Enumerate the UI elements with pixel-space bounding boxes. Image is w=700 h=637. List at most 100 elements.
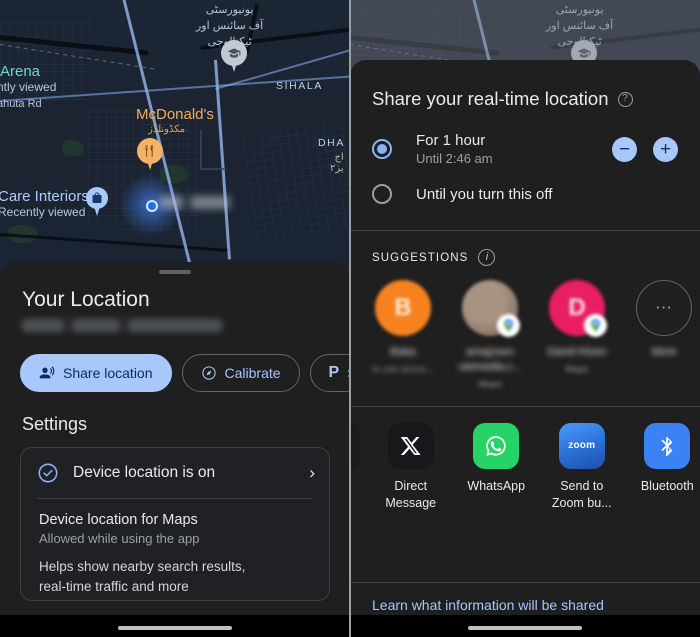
share-person-icon xyxy=(39,366,55,379)
share-location-label: Share location xyxy=(63,365,153,381)
map-label-sihala: SIHALA xyxy=(276,80,323,92)
app-whatsapp[interactable]: WhatsApp xyxy=(464,422,530,495)
app-label: Direct Message xyxy=(385,478,437,510)
app-label: WhatsApp xyxy=(467,478,526,493)
calibrate-label: Calibrate xyxy=(224,365,281,381)
app-label: Bluetooth xyxy=(640,478,694,493)
permission-state: Allowed while using the app xyxy=(39,531,200,546)
zoom-wordmark: zoom xyxy=(568,440,596,452)
action-chip-row: Share location Calibrate P Save xyxy=(20,354,350,392)
suggestion-name: David Kloon xyxy=(547,346,607,358)
zoom-icon: zoom xyxy=(558,422,605,469)
dual-screenshot-comparison: یونیورسٹی آف سائنس اور ٹیکنالوجی Arena n… xyxy=(0,0,700,637)
avatar-initial: B xyxy=(394,294,412,321)
map-road-minor-b xyxy=(200,168,226,170)
chevron-right-icon: › xyxy=(309,463,315,482)
avatar xyxy=(462,280,520,337)
learn-more-link[interactable]: Learn what information will be shared xyxy=(372,597,604,613)
avatar-initial: D xyxy=(568,294,586,321)
location-dot-core xyxy=(146,200,158,212)
duration-stepper: − + xyxy=(612,136,678,162)
device-location-status-row[interactable]: Device location is on › xyxy=(21,448,329,498)
permission-help-text: Helps show nearby search results, real-t… xyxy=(39,559,246,594)
more-dots-icon: ⋯ xyxy=(655,298,673,317)
map-label-care-interiors-sub: Recently viewed xyxy=(0,205,86,219)
avatar: B xyxy=(375,280,431,336)
your-location-bottom-sheet: Your Location Share location Calibrate P… xyxy=(0,262,350,637)
sheet-drag-handle[interactable] xyxy=(159,270,191,274)
map-label-mcdonalds: McDonald's xyxy=(136,106,214,123)
duration-option-until-off[interactable]: Until you turn this off xyxy=(350,184,700,204)
suggestion-name: More xyxy=(651,346,677,358)
radio-button-unselected[interactable] xyxy=(372,184,392,204)
more-circle: ⋯ xyxy=(636,280,692,336)
info-circle-icon[interactable]: i xyxy=(478,249,496,266)
map-label-mcdonalds-urdu: مکڈونلڈز xyxy=(148,124,186,135)
maps-badge-icon xyxy=(584,314,607,337)
map-park-a xyxy=(62,140,84,156)
share-sheet-title: Share your real-time location xyxy=(372,88,609,109)
footer-link-bar: Learn what information will be shared xyxy=(350,582,700,615)
settings-heading: Settings xyxy=(22,414,88,434)
map-label-dha: DHA P xyxy=(318,137,350,149)
university-pin[interactable] xyxy=(221,40,247,74)
suggestions-header: SUGGESTIONS i xyxy=(350,231,700,266)
list-item[interactable]: amajzoon utemedia.c... Maps xyxy=(458,280,522,390)
app-partial[interactable]: t xyxy=(350,422,360,495)
suggestion-name: amajzoon utemedia.c... xyxy=(458,346,522,373)
suggestion-name: Baba xyxy=(390,346,416,358)
suggestions-row: B Baba to use accou... amajzoon utemedia… xyxy=(350,266,700,390)
share-location-button[interactable]: Share location xyxy=(20,354,172,392)
duration-option-until-off-label: Until you turn this off xyxy=(416,185,553,203)
pin-tail xyxy=(93,203,101,216)
app-zoom[interactable]: zoom Send to Zoom bu... xyxy=(549,422,615,512)
system-navigation-bar xyxy=(350,615,700,637)
duration-option-one-hour[interactable]: For 1 hour Until 2:46 am − + xyxy=(350,132,700,166)
location-subtitle-redacted xyxy=(22,319,222,332)
permission-block: Device location for Maps Allowed while u… xyxy=(21,499,329,596)
mcdonalds-pin[interactable] xyxy=(137,138,163,172)
duration-option-label: For 1 hour xyxy=(416,132,486,149)
map-label-dha-urdu: اج یز۲ xyxy=(330,152,344,174)
redacted-location-label xyxy=(160,196,230,209)
x-twitter-icon xyxy=(387,422,434,469)
suggestions-heading: SUGGESTIONS xyxy=(372,251,469,264)
decrement-duration-button[interactable]: − xyxy=(612,136,637,162)
list-item[interactable]: B Baba to use accou... xyxy=(372,280,434,390)
suggestion-sublabel: Maps xyxy=(478,378,502,390)
list-item[interactable]: D David Kloon Maps xyxy=(546,280,608,390)
location-settings-card: Device location is on › Device location … xyxy=(20,447,330,602)
home-gesture-bar[interactable] xyxy=(468,626,582,630)
avatar: D xyxy=(549,280,607,337)
panel-divider xyxy=(349,0,351,637)
more-suggestions-item[interactable]: ⋯ More xyxy=(633,280,695,390)
map-label-arena: Arena xyxy=(0,63,41,80)
app-direct-message[interactable]: Direct Message xyxy=(378,422,444,512)
app-label: Send to Zoom bu... xyxy=(551,478,612,510)
device-location-status-label: Device location is on xyxy=(73,464,216,481)
suggestion-sublabel: Maps xyxy=(565,363,589,375)
page-title: Your Location xyxy=(22,288,150,311)
care-interiors-pin[interactable] xyxy=(86,187,108,217)
parking-p-icon: P xyxy=(328,364,340,381)
radio-button-selected[interactable] xyxy=(372,139,392,159)
share-realtime-location-sheet: Share your real-time location ? For 1 ho… xyxy=(350,60,700,637)
save-parking-button[interactable]: P Save xyxy=(309,354,350,392)
maps-badge-icon xyxy=(497,314,520,337)
home-gesture-bar[interactable] xyxy=(118,626,232,630)
calibrate-button[interactable]: Calibrate xyxy=(181,354,300,392)
app-bluetooth[interactable]: Bluetooth xyxy=(635,422,700,495)
increment-duration-button[interactable]: + xyxy=(653,136,678,162)
map-road-minor-a xyxy=(200,130,202,170)
duration-option-texts: For 1 hour Until 2:46 am xyxy=(416,132,612,166)
share-apps-row: t Direct Message WhatsApp zoom xyxy=(350,407,700,512)
bluetooth-icon xyxy=(644,422,691,469)
permission-title: Device location for Maps xyxy=(39,512,198,528)
share-sheet-header: Share your real-time location ? xyxy=(350,60,700,110)
partial-app-icon xyxy=(350,422,360,469)
map-label-arena-sub: ntly viewed xyxy=(0,80,57,94)
help-circle-icon[interactable]: ? xyxy=(617,91,633,107)
map-label-kahuta-rd: ahuta Rd xyxy=(0,98,42,110)
system-navigation-bar xyxy=(0,615,350,637)
check-circle-icon xyxy=(38,463,58,483)
